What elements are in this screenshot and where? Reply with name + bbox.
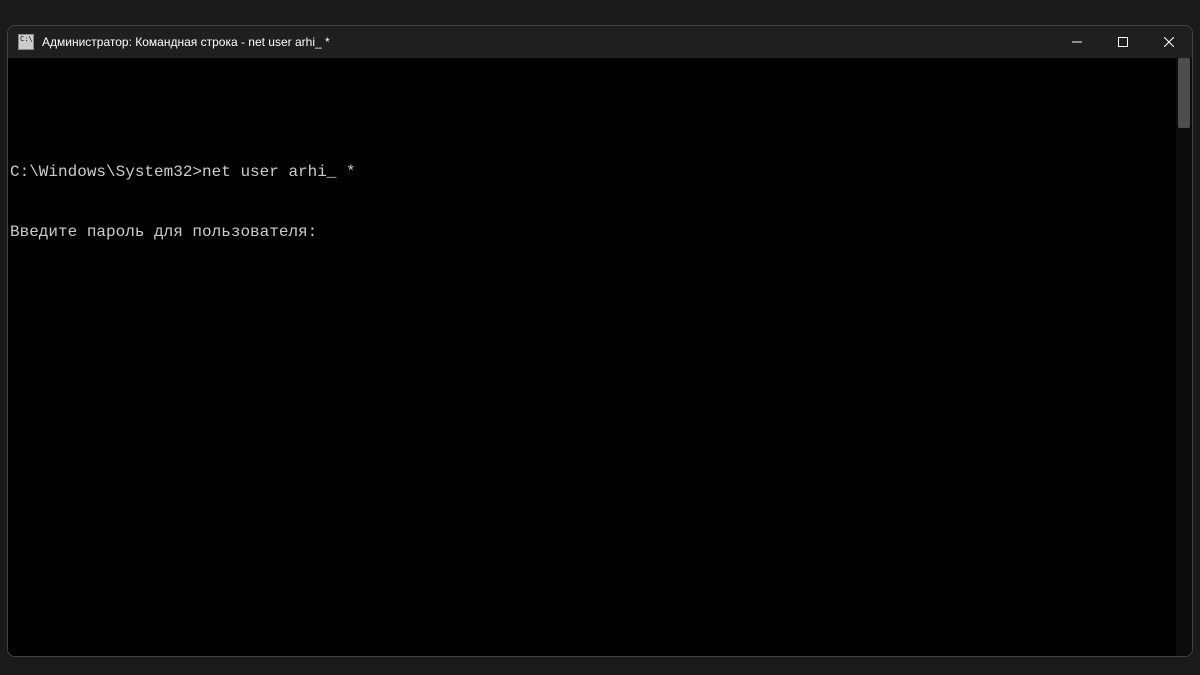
terminal-command-line: C:\Windows\System32>net user arhi_ * bbox=[10, 162, 1190, 182]
terminal-blank-line bbox=[10, 102, 1190, 122]
terminal-prompt: C:\Windows\System32> bbox=[10, 163, 202, 181]
cmd-icon bbox=[18, 34, 34, 50]
minimize-icon bbox=[1072, 37, 1082, 47]
command-prompt-window: Администратор: Командная строка - net us… bbox=[7, 25, 1193, 657]
maximize-icon bbox=[1118, 37, 1128, 47]
minimize-button[interactable] bbox=[1054, 26, 1100, 58]
window-controls bbox=[1054, 26, 1192, 58]
terminal-output-line: Введите пароль для пользователя: bbox=[10, 222, 1190, 242]
terminal-command: net user arhi_ * bbox=[202, 163, 356, 181]
window-title: Администратор: Командная строка - net us… bbox=[42, 35, 1054, 49]
close-button[interactable] bbox=[1146, 26, 1192, 58]
maximize-button[interactable] bbox=[1100, 26, 1146, 58]
terminal-output[interactable]: C:\Windows\System32>net user arhi_ * Вве… bbox=[8, 58, 1192, 656]
titlebar[interactable]: Администратор: Командная строка - net us… bbox=[8, 26, 1192, 58]
vertical-scrollbar[interactable] bbox=[1176, 58, 1192, 656]
scrollbar-thumb[interactable] bbox=[1178, 58, 1190, 128]
close-icon bbox=[1164, 37, 1174, 47]
